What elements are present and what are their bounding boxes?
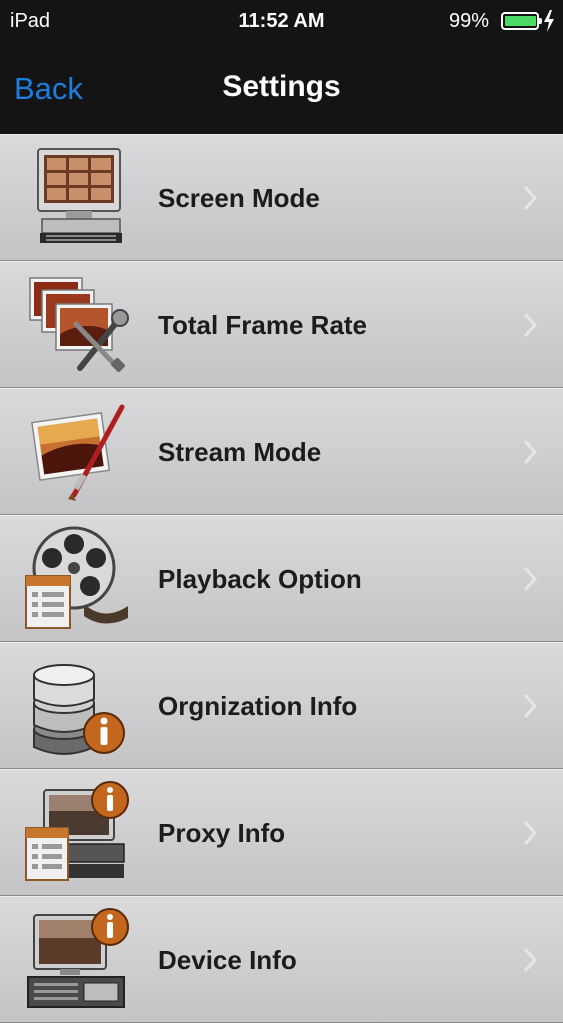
settings-item-stream-mode[interactable]: Stream Mode bbox=[0, 388, 563, 515]
navigation-bar: Back Settings bbox=[0, 44, 563, 134]
settings-item-label: Total Frame Rate bbox=[158, 310, 368, 340]
settings-item-label: Playback Option bbox=[158, 564, 362, 594]
battery-icon bbox=[501, 12, 542, 30]
chevron-right-icon bbox=[523, 947, 537, 973]
chevron-right-icon bbox=[523, 185, 537, 211]
settings-item-screen-mode[interactable]: Screen Mode bbox=[0, 134, 563, 261]
frames-tools-icon bbox=[29, 277, 129, 372]
page-title: Settings bbox=[222, 70, 341, 103]
header: iPad 11:52 AM 99% Back Settings bbox=[0, 0, 563, 134]
settings-item-label: Screen Mode bbox=[158, 183, 320, 213]
database-info-icon bbox=[33, 664, 125, 755]
chevron-right-icon bbox=[523, 439, 537, 465]
film-reel-icon bbox=[25, 526, 128, 629]
charging-bolt-icon bbox=[544, 10, 554, 32]
device-info-icon bbox=[27, 908, 129, 1008]
settings-item-label: Stream Mode bbox=[158, 437, 322, 467]
settings-item-playback-option[interactable]: Playback Option bbox=[0, 515, 563, 642]
chevron-right-icon bbox=[523, 693, 537, 719]
settings-item-device-info[interactable]: Device Info bbox=[0, 896, 563, 1023]
settings-item-label: Orgnization Info bbox=[158, 691, 358, 721]
battery-percent: 99% bbox=[448, 10, 489, 32]
chevron-right-icon bbox=[523, 820, 537, 846]
monitor-grid-icon bbox=[37, 148, 122, 243]
proxy-info-icon bbox=[25, 781, 129, 881]
chevron-right-icon bbox=[523, 566, 537, 592]
settings-list: Screen Mode Total Frame Rate Stream Mode… bbox=[0, 134, 563, 1023]
settings-item-proxy-info[interactable]: Proxy Info bbox=[0, 769, 563, 896]
chevron-right-icon bbox=[523, 312, 537, 338]
picture-brush-icon bbox=[31, 404, 125, 501]
settings-item-label: Proxy Info bbox=[158, 818, 286, 848]
settings-item-total-frame-rate[interactable]: Total Frame Rate bbox=[0, 261, 563, 388]
settings-item-label: Device Info bbox=[158, 945, 297, 975]
settings-item-orgnization-info[interactable]: Orgnization Info bbox=[0, 642, 563, 769]
status-bar: iPad 11:52 AM 99% bbox=[0, 0, 563, 44]
